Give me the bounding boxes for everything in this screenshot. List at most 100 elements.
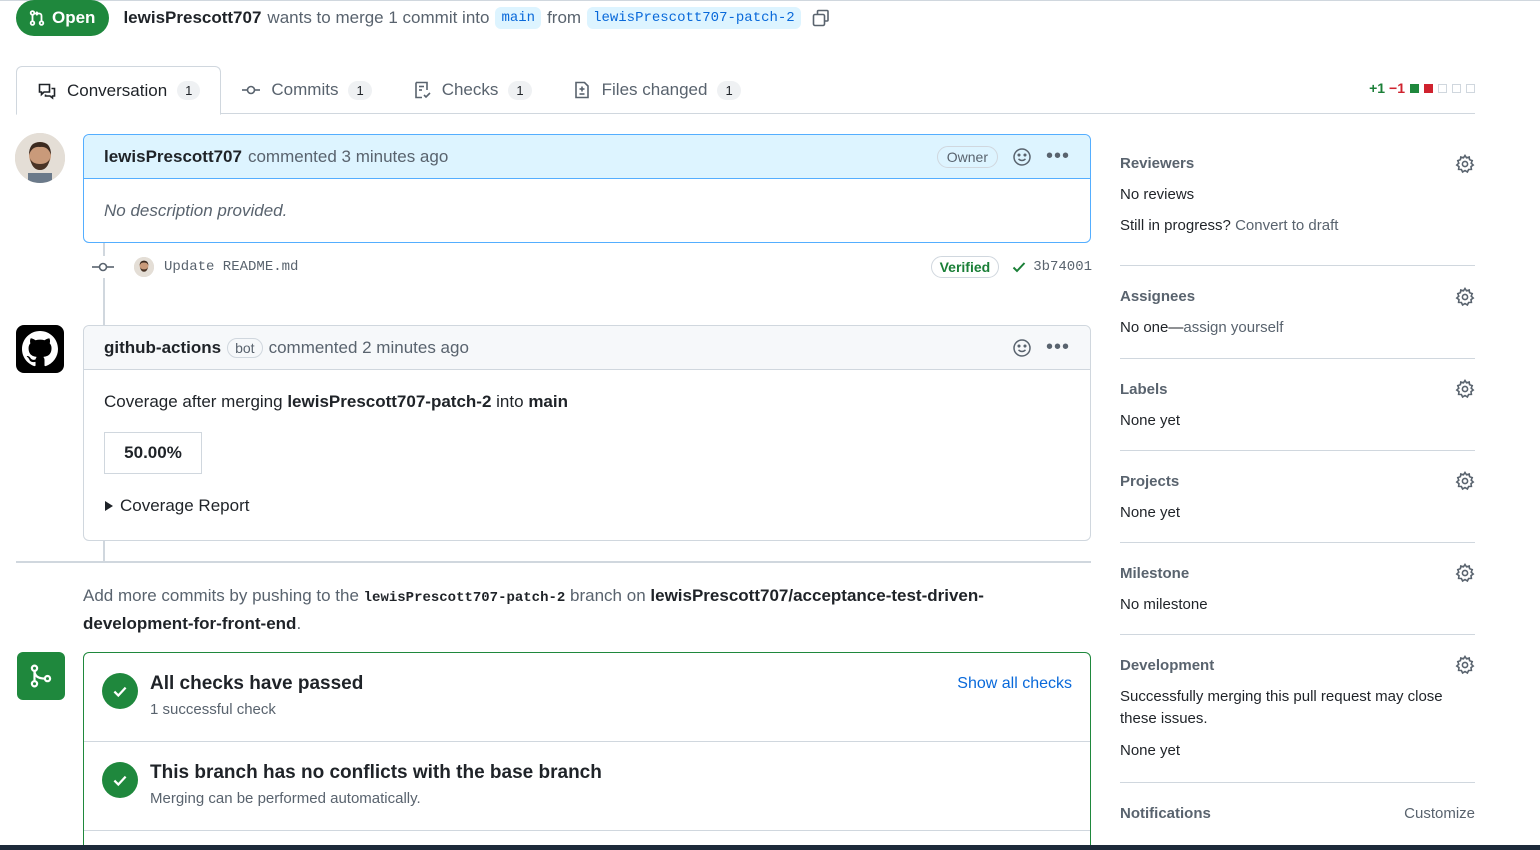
pr-author-link[interactable]: lewisPrescott707 bbox=[123, 8, 261, 28]
development-description: Successfully merging this pull request m… bbox=[1120, 688, 1443, 727]
pr-from-text: from bbox=[547, 8, 582, 27]
conflicts-title: This branch has no conflicts with the ba… bbox=[150, 762, 602, 783]
diffstat-neutral-block bbox=[1452, 83, 1461, 93]
push-hint-suffix: . bbox=[296, 614, 302, 633]
github-actions-avatar[interactable] bbox=[16, 325, 64, 373]
notifications-title: Notifications bbox=[1120, 805, 1211, 822]
tab-commits-label: Commits bbox=[271, 80, 339, 99]
comment-author-link[interactable]: github-actions bbox=[104, 338, 221, 358]
tab-conversation-label: Conversation bbox=[67, 80, 168, 100]
checklist-icon bbox=[414, 81, 431, 99]
comment-header: lewisPrescott707 commented 3 minutes ago… bbox=[84, 135, 1090, 179]
tab-commits[interactable]: Commits 1 bbox=[221, 66, 391, 114]
pr-sidebar: Reviewers No reviews Still in progress? … bbox=[1120, 134, 1475, 822]
smiley-icon[interactable] bbox=[1012, 338, 1032, 358]
pr-description-comment: lewisPrescott707 commented 3 minutes ago… bbox=[83, 134, 1091, 243]
conflicts-status: This branch has no conflicts with the ba… bbox=[84, 742, 1090, 831]
projects-title[interactable]: Projects bbox=[1120, 473, 1475, 490]
coverage-report-label: Coverage Report bbox=[120, 496, 250, 515]
gear-icon[interactable] bbox=[1455, 471, 1475, 491]
reviewers-value: No reviews bbox=[1120, 186, 1195, 203]
commit-sha[interactable]: 3b74001 bbox=[1011, 259, 1092, 275]
check-circle-icon bbox=[102, 762, 138, 798]
development-title[interactable]: Development bbox=[1120, 657, 1475, 674]
checks-subtitle: 1 successful check bbox=[150, 701, 276, 718]
comment-author-link[interactable]: lewisPrescott707 bbox=[104, 147, 242, 167]
bot-badge: bot bbox=[227, 337, 263, 358]
development-value: None yet bbox=[1120, 742, 1181, 759]
pr-summary: lewisPrescott707 wants to merge 1 commit… bbox=[123, 7, 830, 29]
gear-icon[interactable] bbox=[1455, 154, 1475, 174]
check-icon bbox=[1012, 262, 1026, 273]
tab-conversation-count: 1 bbox=[177, 81, 201, 100]
comment-body: No description provided. bbox=[104, 201, 288, 220]
coverage-text: Coverage after merging bbox=[104, 392, 283, 411]
comment-timestamp[interactable]: commented 2 minutes ago bbox=[269, 338, 469, 358]
comment-timestamp[interactable]: commented 3 minutes ago bbox=[248, 147, 448, 167]
comment-header: github-actions bot commented 2 minutes a… bbox=[84, 326, 1090, 370]
tab-commits-count: 1 bbox=[348, 80, 372, 100]
gear-icon[interactable] bbox=[1455, 563, 1475, 583]
commit-author-avatar[interactable] bbox=[134, 257, 154, 277]
coverage-base: main bbox=[528, 392, 568, 411]
milestone-value: No milestone bbox=[1120, 596, 1208, 613]
tab-checks[interactable]: Checks 1 bbox=[392, 66, 552, 114]
pr-state-label: Open bbox=[52, 8, 96, 27]
gear-icon[interactable] bbox=[1455, 287, 1475, 307]
push-hint-text: Add more commits by pushing to the bbox=[83, 586, 359, 605]
taskbar-strip bbox=[0, 845, 1540, 850]
comment-discussion-icon bbox=[38, 83, 56, 100]
push-hint-branch: lewisPrescott707-patch-2 bbox=[363, 590, 566, 606]
pr-tabs: Conversation 1 Commits 1 Checks 1 Files … bbox=[16, 66, 1475, 115]
tab-checks-label: Checks bbox=[441, 80, 499, 99]
gear-icon[interactable] bbox=[1455, 379, 1475, 399]
draft-hint: Still in progress? Convert to draft bbox=[1120, 217, 1475, 234]
diffstat[interactable]: +1 −1 bbox=[1369, 80, 1475, 96]
timeline-divider bbox=[16, 561, 1091, 563]
assignees-title[interactable]: Assignees bbox=[1120, 288, 1475, 305]
checks-title: All checks have passed bbox=[150, 673, 364, 694]
diffstat-deletions: −1 bbox=[1389, 80, 1405, 96]
show-all-checks-link[interactable]: Show all checks bbox=[957, 675, 1072, 693]
labels-title[interactable]: Labels bbox=[1120, 381, 1475, 398]
coverage-table-cell: 50.00% bbox=[104, 432, 202, 474]
sidebar-reviewers: Reviewers No reviews Still in progress? … bbox=[1120, 134, 1475, 266]
check-circle-icon bbox=[102, 673, 138, 709]
assignees-none: No one— bbox=[1120, 319, 1184, 336]
pr-summary-text: wants to merge 1 commit into bbox=[267, 8, 490, 27]
avatar[interactable] bbox=[15, 133, 65, 183]
tab-files-changed-count: 1 bbox=[717, 80, 741, 100]
customize-notifications-link[interactable]: Customize bbox=[1404, 805, 1475, 822]
kebab-horizontal-icon[interactable]: ••• bbox=[1046, 336, 1070, 359]
commit-event: Update README.md Verified 3b74001 bbox=[92, 252, 1092, 282]
kebab-horizontal-icon[interactable]: ••• bbox=[1046, 145, 1070, 168]
diffstat-del-block bbox=[1424, 83, 1433, 93]
copy-icon[interactable] bbox=[811, 8, 831, 28]
coverage-comment: github-actions bot commented 2 minutes a… bbox=[83, 325, 1091, 541]
base-branch-tag[interactable]: main bbox=[495, 7, 542, 29]
coverage-summary: Coverage after merging lewisPrescott707-… bbox=[104, 392, 1070, 412]
sidebar-development: Development Successfully merging this pu… bbox=[1120, 635, 1475, 783]
reviewers-title[interactable]: Reviewers bbox=[1120, 155, 1475, 172]
sidebar-assignees: Assignees No one—assign yourself bbox=[1120, 266, 1475, 359]
sidebar-labels: Labels None yet bbox=[1120, 359, 1475, 451]
milestone-title[interactable]: Milestone bbox=[1120, 565, 1475, 582]
smiley-icon[interactable] bbox=[1012, 147, 1032, 167]
tab-conversation[interactable]: Conversation 1 bbox=[16, 66, 222, 115]
tab-checks-count: 1 bbox=[508, 80, 532, 100]
pr-header: Open lewisPrescott707 wants to merge 1 c… bbox=[16, 0, 831, 36]
owner-badge: Owner bbox=[936, 145, 998, 168]
commit-sha-text: 3b74001 bbox=[1033, 259, 1092, 275]
assign-yourself-link[interactable]: assign yourself bbox=[1183, 319, 1283, 336]
convert-to-draft-link[interactable]: Convert to draft bbox=[1235, 217, 1338, 234]
commit-message-link[interactable]: Update README.md bbox=[164, 259, 298, 275]
gear-icon[interactable] bbox=[1455, 655, 1475, 675]
head-branch-tag[interactable]: lewisPrescott707-patch-2 bbox=[587, 7, 801, 29]
tab-files-changed[interactable]: Files changed 1 bbox=[552, 66, 761, 114]
verified-badge[interactable]: Verified bbox=[930, 256, 1000, 278]
push-hint: Add more commits by pushing to the lewis… bbox=[83, 583, 1083, 636]
user-avatar-icon bbox=[15, 133, 65, 183]
coverage-report-toggle[interactable]: Coverage Report bbox=[104, 496, 1070, 516]
git-commit-icon bbox=[92, 256, 114, 278]
diffstat-add-block bbox=[1410, 83, 1419, 93]
